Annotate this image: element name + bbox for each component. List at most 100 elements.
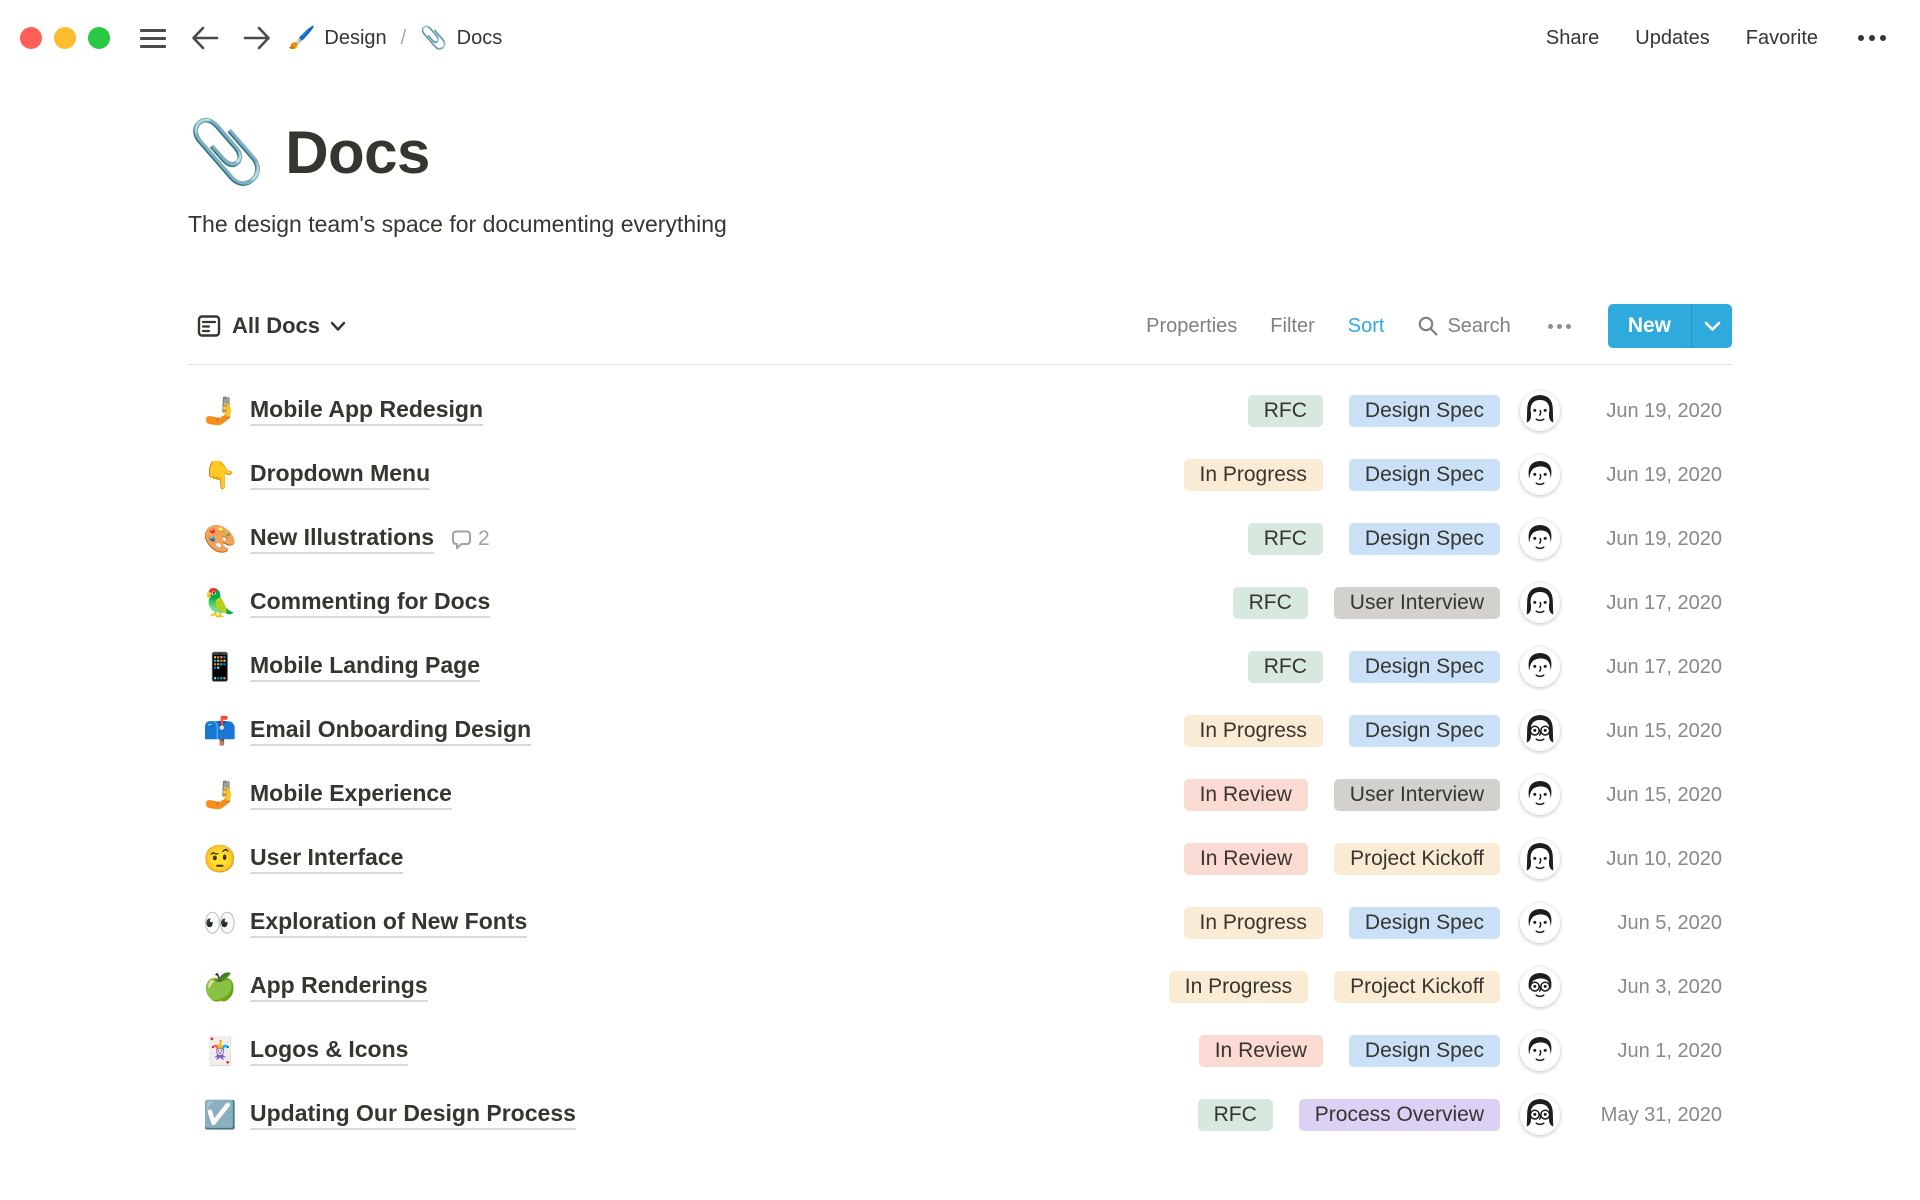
- assignee-cell[interactable]: [1518, 1095, 1562, 1135]
- doc-row: 🎨 New Illustrations 2 RFC Design Spec Jun 19,…: [188, 507, 1732, 571]
- favorite-button[interactable]: Favorite: [1746, 27, 1818, 50]
- close-window-button[interactable]: [20, 27, 42, 49]
- collection-toolbar: All Docs Properties Filter Sort Search N…: [188, 304, 1732, 348]
- status-badge[interactable]: RFC: [1197, 1099, 1273, 1131]
- doc-row: 📫 Email Onboarding Design In Progress Desig…: [188, 699, 1732, 763]
- assignee-cell[interactable]: [1518, 775, 1562, 815]
- assignee-cell[interactable]: [1518, 583, 1562, 623]
- doc-title-link[interactable]: Email Onboarding Design: [250, 716, 532, 746]
- minimize-window-button[interactable]: [54, 27, 76, 49]
- doc-type-badge[interactable]: Design Spec: [1348, 715, 1500, 747]
- doc-type-badge[interactable]: Project Kickoff: [1334, 843, 1500, 875]
- window-header: 🖌️ Design / 📎 Docs Share Updates Favorit…: [0, 0, 1920, 76]
- status-badge[interactable]: In Progress: [1168, 971, 1309, 1003]
- doc-type-badge[interactable]: Design Spec: [1348, 651, 1500, 683]
- doc-title-link[interactable]: Dropdown Menu: [250, 460, 431, 490]
- share-button[interactable]: Share: [1546, 27, 1599, 50]
- doc-date[interactable]: Jun 1, 2020: [1562, 1040, 1722, 1063]
- new-dropdown-button[interactable]: [1692, 304, 1732, 348]
- doc-date[interactable]: Jun 15, 2020: [1562, 784, 1722, 807]
- doc-title-link[interactable]: App Renderings: [250, 972, 428, 1002]
- comment-bubble-icon: [450, 528, 473, 551]
- doc-title-link[interactable]: New Illustrations: [250, 524, 435, 554]
- doc-type-badge[interactable]: Design Spec: [1348, 907, 1500, 939]
- status-badge[interactable]: In Progress: [1183, 907, 1323, 939]
- doc-date[interactable]: Jun 17, 2020: [1562, 656, 1722, 679]
- breadcrumb-item-docs[interactable]: 📎 Docs: [420, 27, 502, 50]
- doc-date[interactable]: Jun 10, 2020: [1562, 848, 1722, 871]
- breadcrumb: 🖌️ Design / 📎 Docs: [288, 27, 502, 50]
- new-button[interactable]: New: [1608, 304, 1691, 348]
- doc-type-badge[interactable]: User Interview: [1333, 587, 1500, 619]
- doc-row: 🤳 Mobile App Redesign RFC Design Spec Jun 19…: [188, 379, 1732, 443]
- assignee-cell[interactable]: [1518, 967, 1562, 1007]
- doc-date[interactable]: May 31, 2020: [1562, 1104, 1722, 1127]
- doc-type-badge[interactable]: Project Kickoff: [1334, 971, 1500, 1003]
- status-badge[interactable]: In Review: [1183, 779, 1308, 811]
- doc-type-badge[interactable]: Process Overview: [1298, 1099, 1500, 1131]
- more-options-button[interactable]: [1854, 31, 1890, 45]
- doc-title-link[interactable]: Logos & Icons: [250, 1036, 409, 1066]
- sidebar-menu-icon[interactable]: [136, 25, 170, 52]
- doc-emoji-icon: 🤳: [203, 395, 237, 426]
- doc-type-badge[interactable]: Design Spec: [1348, 523, 1500, 555]
- doc-title-link[interactable]: Commenting for Docs: [250, 588, 491, 618]
- doc-title-link[interactable]: User Interface: [250, 844, 404, 874]
- avatar: [1520, 455, 1560, 495]
- comment-count[interactable]: 2: [450, 527, 490, 551]
- doc-title-link[interactable]: Exploration of New Fonts: [250, 908, 528, 938]
- collection-more-button[interactable]: [1544, 320, 1575, 333]
- doc-date[interactable]: Jun 17, 2020: [1562, 592, 1722, 615]
- assignee-cell[interactable]: [1518, 839, 1562, 879]
- doc-title-link[interactable]: Mobile Experience: [250, 780, 452, 810]
- status-badge[interactable]: RFC: [1247, 395, 1323, 427]
- search-button[interactable]: Search: [1417, 315, 1511, 338]
- page-subtitle[interactable]: The design team's space for documenting …: [188, 211, 1732, 238]
- properties-button[interactable]: Properties: [1146, 315, 1237, 338]
- doc-emoji-icon: 🤨: [203, 843, 237, 874]
- status-badge[interactable]: In Review: [1183, 843, 1309, 875]
- assignee-cell[interactable]: [1518, 455, 1562, 495]
- assignee-cell[interactable]: [1518, 519, 1562, 559]
- status-badge[interactable]: RFC: [1247, 523, 1323, 555]
- view-switcher[interactable]: All Docs: [188, 313, 346, 339]
- status-badge[interactable]: RFC: [1247, 651, 1323, 683]
- doc-date[interactable]: Jun 15, 2020: [1562, 720, 1722, 743]
- doc-row: 🤨 User Interface In Review Project Kickoff J…: [188, 827, 1732, 891]
- sort-button[interactable]: Sort: [1348, 315, 1385, 338]
- assignee-cell[interactable]: [1518, 1031, 1562, 1071]
- status-badge[interactable]: In Progress: [1183, 459, 1323, 491]
- zoom-window-button[interactable]: [88, 27, 110, 49]
- doc-title-link[interactable]: Mobile Landing Page: [250, 652, 481, 682]
- doc-type-badge[interactable]: Design Spec: [1348, 459, 1500, 491]
- status-badge[interactable]: In Progress: [1183, 715, 1323, 747]
- doc-date[interactable]: Jun 19, 2020: [1562, 528, 1722, 551]
- doc-row: ☑️ Updating Our Design Process RFC Process …: [188, 1083, 1732, 1147]
- avatar: [1520, 839, 1560, 879]
- doc-emoji-icon: 🍏: [203, 971, 237, 1002]
- assignee-cell[interactable]: [1518, 391, 1562, 431]
- doc-date[interactable]: Jun 5, 2020: [1562, 912, 1722, 935]
- filter-button[interactable]: Filter: [1270, 315, 1314, 338]
- doc-title-link[interactable]: Updating Our Design Process: [250, 1100, 576, 1130]
- page-title[interactable]: Docs: [285, 118, 430, 187]
- assignee-cell[interactable]: [1518, 903, 1562, 943]
- assignee-cell[interactable]: [1518, 711, 1562, 751]
- status-badge[interactable]: RFC: [1232, 587, 1308, 619]
- avatar: [1520, 391, 1560, 431]
- updates-button[interactable]: Updates: [1635, 27, 1710, 50]
- doc-row: 🦜 Commenting for Docs RFC User Interview Jun…: [188, 571, 1732, 635]
- status-badge[interactable]: In Review: [1198, 1035, 1323, 1067]
- page-paperclip-icon[interactable]: 📎: [188, 121, 265, 184]
- doc-date[interactable]: Jun 19, 2020: [1562, 400, 1722, 423]
- breadcrumb-item-design[interactable]: 🖌️ Design: [288, 27, 387, 50]
- doc-title-link[interactable]: Mobile App Redesign: [250, 396, 483, 426]
- assignee-cell[interactable]: [1518, 647, 1562, 687]
- doc-type-badge[interactable]: Design Spec: [1348, 395, 1500, 427]
- doc-type-badge[interactable]: User Interview: [1333, 779, 1500, 811]
- back-button[interactable]: [188, 21, 222, 55]
- doc-date[interactable]: Jun 19, 2020: [1562, 464, 1722, 487]
- doc-type-badge[interactable]: Design Spec: [1348, 1035, 1500, 1067]
- doc-date[interactable]: Jun 3, 2020: [1562, 976, 1722, 999]
- forward-button[interactable]: [240, 21, 274, 55]
